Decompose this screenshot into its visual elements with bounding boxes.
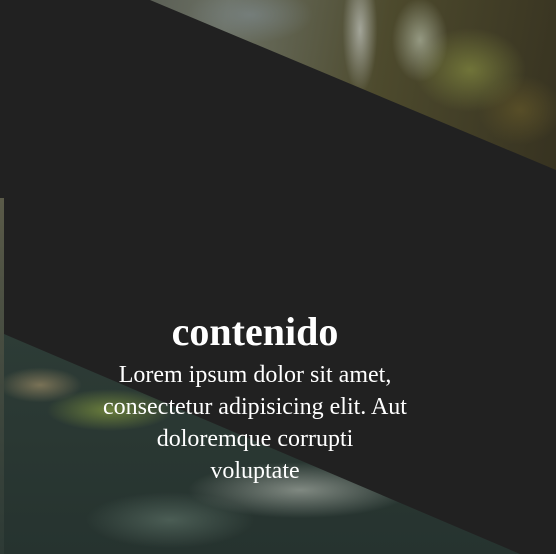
- page: contenido Lorem ipsum dolor sit amet, co…: [0, 0, 556, 554]
- paragraph-line: Lorem ipsum dolor sit amet,: [118, 362, 392, 388]
- section-paragraph: Lorem ipsum dolor sit amet, consectetur …: [90, 359, 420, 487]
- content-section: contenido Lorem ipsum dolor sit amet, co…: [90, 305, 420, 487]
- paragraph-line: consectetur adipisicing elit. Aut: [103, 394, 407, 420]
- section-heading: contenido: [171, 309, 339, 354]
- paragraph-line: voluptate: [210, 458, 300, 484]
- photo-edge: [0, 198, 4, 554]
- paragraph-line: doloremque corrupti: [156, 426, 354, 452]
